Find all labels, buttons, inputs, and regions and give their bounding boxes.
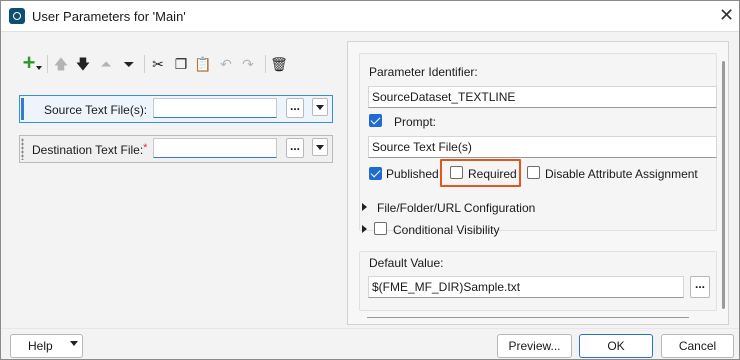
move-up-icon[interactable]: 🡅 [51, 53, 71, 75]
conditional-visibility-label: Conditional Visibility [393, 223, 500, 237]
disable-attribute-checkbox[interactable] [527, 166, 540, 179]
help-button[interactable]: Help [10, 334, 83, 358]
source-file-input[interactable] [153, 98, 277, 118]
default-value-label: Default Value: [369, 256, 444, 270]
file-config-label[interactable]: File/Folder/URL Configuration [377, 201, 535, 215]
prompt-checkbox[interactable] [369, 114, 382, 127]
disable-attribute-label: Disable Attribute Assignment [545, 167, 698, 181]
paste-icon[interactable]: 📋 [193, 53, 213, 75]
add-icon[interactable]: + [19, 52, 39, 75]
redo-icon[interactable]: ↷ [238, 53, 258, 75]
drag-handle[interactable] [21, 98, 24, 120]
toolbar-separator [144, 55, 145, 73]
parameter-properties-panel: Parameter Identifier: SourceDataset_TEXT… [347, 41, 729, 325]
published-label: Published [386, 167, 439, 181]
cancel-button[interactable]: Cancel [661, 334, 734, 358]
move-bottom-icon[interactable]: ⏷ [119, 53, 139, 75]
identifier-label: Parameter Identifier: [369, 65, 478, 79]
move-down-icon[interactable]: 🡇 [73, 53, 93, 75]
identifier-field[interactable]: SourceDataset_TEXTLINE [368, 86, 717, 108]
toolbar-separator [47, 55, 48, 73]
dialog-window: User Parameters for 'Main' ✕ + 🡅 🡇 ⏶ ⏷ ✂… [0, 0, 740, 360]
default-browse-button[interactable]: ... [690, 276, 710, 298]
required-label: Required [468, 167, 517, 181]
toolbar-separator [265, 55, 266, 73]
expand-arrow-icon[interactable] [362, 225, 367, 233]
help-dropdown-caret-icon[interactable] [70, 341, 78, 346]
required-checkbox[interactable] [450, 166, 463, 179]
browse-button[interactable]: ... [286, 98, 304, 118]
move-top-icon[interactable]: ⏶ [96, 53, 116, 75]
vertical-scrollbar[interactable] [722, 61, 725, 309]
parameter-label: Destination Text File:* [32, 142, 148, 157]
prompt-label: Prompt: [394, 115, 437, 129]
delete-icon[interactable]: 🗑 [269, 53, 289, 75]
parameter-row-source[interactable]: Source Text File(s): ... [19, 95, 333, 123]
destination-file-input[interactable] [153, 138, 277, 158]
copy-icon[interactable]: ❐ [171, 53, 191, 75]
help-button-label: Help [28, 339, 53, 353]
cut-icon[interactable]: ✂ [148, 53, 168, 75]
chevron-down-icon[interactable] [312, 98, 328, 116]
preview-button[interactable]: Preview... [497, 334, 572, 358]
horizontal-scrollbar[interactable] [367, 317, 689, 318]
drag-handle[interactable] [21, 138, 24, 160]
close-icon[interactable]: ✕ [719, 5, 734, 26]
undo-icon[interactable]: ↶ [216, 53, 236, 75]
default-value-field[interactable]: $(FME_MF_DIR)Sample.txt [368, 276, 684, 298]
prompt-field[interactable]: Source Text File(s) [368, 136, 717, 158]
footer-divider [1, 328, 739, 329]
parameter-row-destination[interactable]: Destination Text File:* ... [19, 135, 333, 163]
browse-button[interactable]: ... [286, 138, 304, 158]
window-title: User Parameters for 'Main' [32, 9, 186, 24]
parameter-label: Source Text File(s): [44, 103, 148, 117]
expand-arrow-icon[interactable] [362, 203, 367, 211]
published-checkbox[interactable] [369, 167, 382, 180]
required-star-icon: * [143, 142, 148, 154]
conditional-visibility-checkbox[interactable] [374, 222, 387, 235]
ok-button[interactable]: OK [579, 334, 653, 358]
app-icon [9, 8, 25, 24]
default-value-section: Default Value: $(FME_MF_DIR)Sample.txt .… [359, 251, 717, 311]
chevron-down-icon[interactable] [312, 138, 328, 156]
title-bar: User Parameters for 'Main' ✕ [1, 1, 739, 32]
add-dropdown-caret-icon[interactable] [36, 66, 42, 70]
